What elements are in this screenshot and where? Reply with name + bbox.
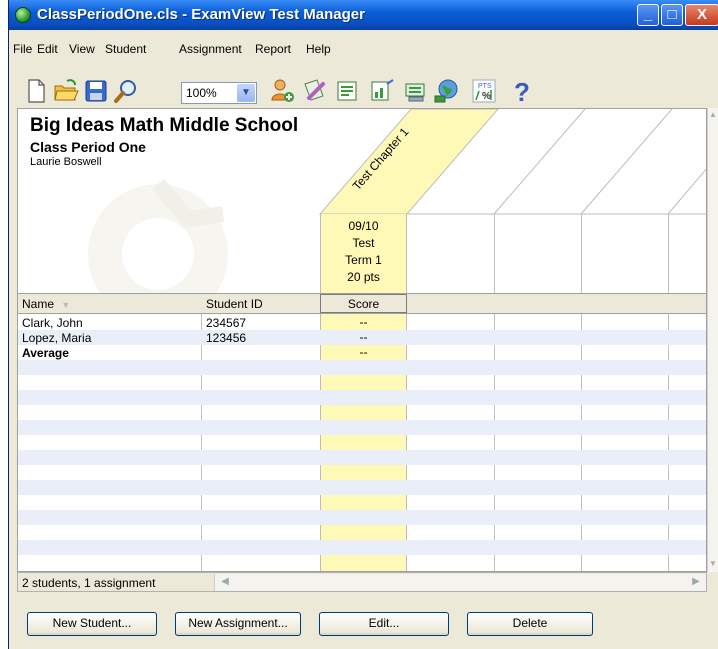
toolbar: 100% ▼ PTS % ? xyxy=(9,66,718,106)
online-icon[interactable] xyxy=(433,78,459,104)
chart-icon[interactable] xyxy=(369,78,395,104)
empty-row xyxy=(18,420,706,435)
score-cell[interactable]: -- xyxy=(320,345,407,359)
empty-row xyxy=(18,480,706,495)
percent-label: % xyxy=(482,91,491,102)
gradebook-grid: Big Ideas Math Middle School Class Perio… xyxy=(17,108,707,572)
title-bar[interactable]: ClassPeriodOne.cls - ExamView Test Manag… xyxy=(9,0,718,30)
student-id: 123456 xyxy=(206,331,247,345)
edit-button[interactable]: Edit... xyxy=(319,612,449,636)
empty-row xyxy=(18,465,706,480)
window-title: ClassPeriodOne.cls - ExamView Test Manag… xyxy=(37,6,365,23)
svg-text:?: ? xyxy=(514,78,530,104)
search-icon[interactable] xyxy=(113,78,139,104)
app-window: ClassPeriodOne.cls - ExamView Test Manag… xyxy=(8,0,718,649)
empty-row xyxy=(18,510,706,525)
empty-row xyxy=(18,525,706,540)
column-header-row: Name ▼ Student ID Score xyxy=(18,293,706,314)
student-name: Lopez, Maria xyxy=(22,331,92,345)
horizontal-scrollbar[interactable]: ◀ ▶ xyxy=(214,574,706,591)
zoom-value: 100% xyxy=(186,86,217,100)
sort-icon[interactable]: ▼ xyxy=(61,300,70,310)
empty-row xyxy=(18,390,706,405)
empty-row xyxy=(18,405,706,420)
add-student-icon[interactable] xyxy=(269,78,295,104)
scroll-up-icon[interactable]: ▲ xyxy=(709,110,717,119)
pts-label: PTS xyxy=(478,83,492,90)
student-id-column-header[interactable]: Student ID xyxy=(206,297,263,311)
report-icon[interactable] xyxy=(335,78,361,104)
edit-assignment-icon[interactable] xyxy=(301,78,327,104)
assignment-points: 20 pts xyxy=(347,270,380,284)
new-assignment-button[interactable]: New Assignment... xyxy=(175,612,301,636)
student-rows: Clark, John 234567 -- Lopez, Maria 123456 -- A… xyxy=(18,315,706,570)
new-student-button[interactable]: New Student... xyxy=(27,612,157,636)
assignment-date: 09/10 xyxy=(348,219,379,233)
points-percent-icon[interactable]: PTS % xyxy=(471,78,497,104)
student-name: Average xyxy=(22,346,69,360)
scroll-left-icon[interactable]: ◀ xyxy=(217,574,233,590)
empty-row xyxy=(18,435,706,450)
table-row[interactable]: Lopez, Maria 123456 -- xyxy=(18,330,706,345)
empty-row xyxy=(18,540,706,555)
menu-file[interactable]: File xyxy=(13,42,32,56)
assignment-header[interactable]: 09/10 Test Term 1 20 pts xyxy=(320,214,407,296)
chevron-down-icon[interactable]: ▼ xyxy=(237,84,255,102)
empty-row xyxy=(18,360,706,375)
scroll-down-icon[interactable]: ▼ xyxy=(709,559,717,568)
close-button[interactable]: X xyxy=(685,4,718,26)
import-icon[interactable] xyxy=(403,78,429,104)
maximize-button[interactable]: □ xyxy=(661,4,683,26)
minimize-button[interactable]: _ xyxy=(637,4,659,26)
status-text: 2 students, 1 assignment xyxy=(22,576,156,590)
student-id: 234567 xyxy=(206,316,247,330)
score-cell[interactable]: -- xyxy=(320,315,407,329)
zoom-select[interactable]: 100% ▼ xyxy=(181,82,257,104)
name-column-header[interactable]: Name ▼ xyxy=(22,297,70,311)
menu-bar: File Edit View Student Assignment Report… xyxy=(9,38,718,60)
score-column-header[interactable]: Score xyxy=(320,294,407,313)
menu-assignment[interactable]: Assignment xyxy=(179,42,242,56)
delete-button[interactable]: Delete xyxy=(467,612,593,636)
menu-view[interactable]: View xyxy=(69,42,95,56)
student-name: Clark, John xyxy=(22,316,83,330)
scroll-right-icon[interactable]: ▶ xyxy=(688,574,704,590)
score-cell[interactable]: -- xyxy=(320,330,407,344)
menu-student[interactable]: Student xyxy=(105,42,146,56)
help-icon[interactable]: ? xyxy=(509,78,535,104)
examview-app-icon xyxy=(15,7,31,23)
menu-help[interactable]: Help xyxy=(306,42,331,56)
status-bar: 2 students, 1 assignment ◀ ▶ xyxy=(17,572,707,592)
new-file-icon[interactable] xyxy=(23,78,49,104)
vertical-scrollbar[interactable]: ▲ ▼ xyxy=(707,108,718,572)
assignment-term: Term 1 xyxy=(345,253,382,267)
menu-report[interactable]: Report xyxy=(255,42,291,56)
assignment-type: Test xyxy=(352,236,375,250)
empty-row xyxy=(18,375,706,390)
empty-row xyxy=(18,555,706,570)
empty-row xyxy=(18,450,706,465)
table-row[interactable]: Clark, John 234567 -- xyxy=(18,315,706,330)
open-folder-icon[interactable] xyxy=(53,78,79,104)
empty-row xyxy=(18,495,706,510)
save-icon[interactable] xyxy=(83,78,109,104)
menu-edit[interactable]: Edit xyxy=(37,42,58,56)
table-row[interactable]: Average -- xyxy=(18,345,706,360)
